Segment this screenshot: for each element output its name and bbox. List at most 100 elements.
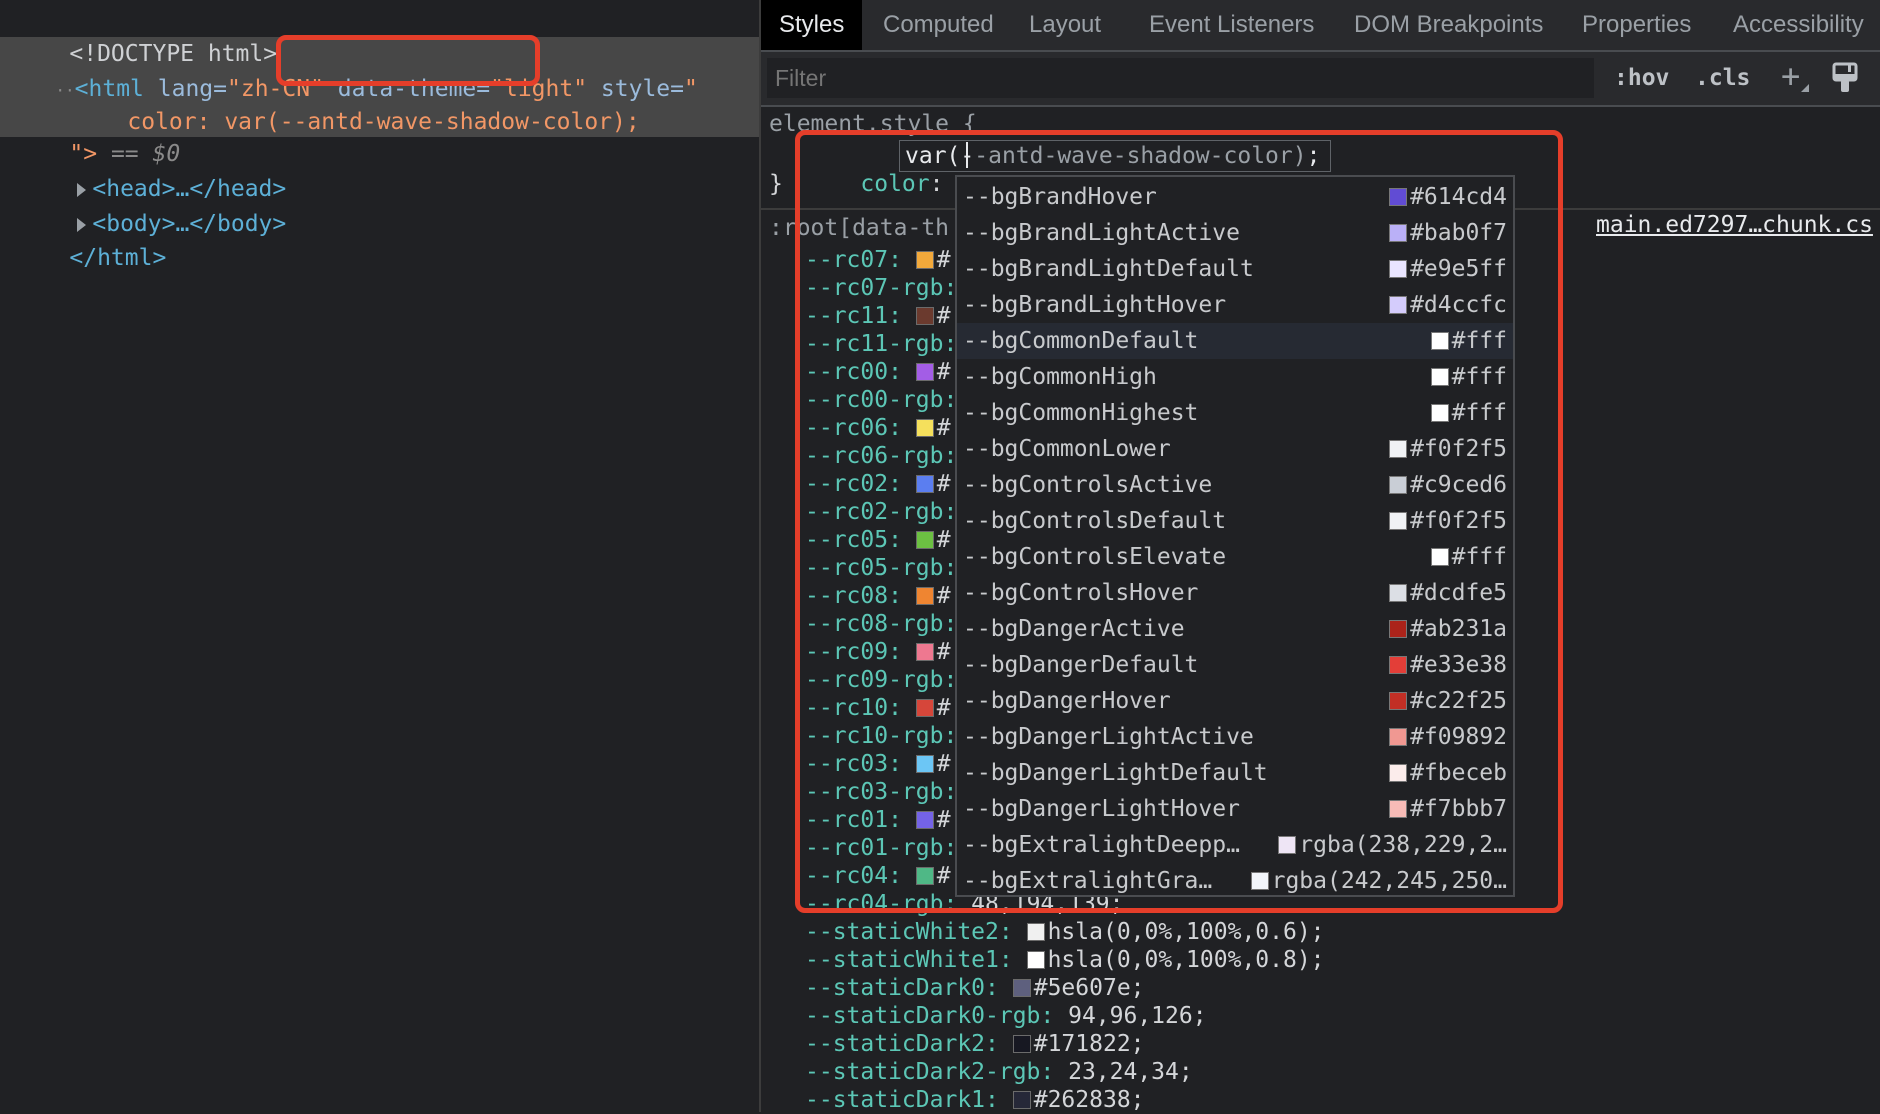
css-declaration[interactable]: --staticDark1: #262838; [805,1086,1145,1114]
declaration-value[interactable]: hsla(0,0%,100%,0.6); [1048,919,1325,945]
css-declaration[interactable]: --staticWhite1: hsla(0,0%,100%,0.8); [805,946,1325,974]
variable-value-text: #c9ced6 [1410,472,1507,498]
color-swatch-icon[interactable] [1012,1091,1031,1109]
declaration-name[interactable]: --staticWhite1: [805,947,1013,973]
rendering-paint-icon[interactable] [1832,62,1858,94]
variable-value-text: #d4ccfc [1410,292,1507,318]
declaration-name[interactable]: --staticDark1: [805,1087,999,1113]
css-declaration[interactable]: --staticDark2: #171822; [805,1030,1145,1058]
color-swatch-icon[interactable] [1012,979,1031,997]
variable-value: #e9e5ff [1389,251,1507,287]
variable-value-text: rgba(238,229,2… [1299,832,1507,858]
autocomplete-item[interactable]: --bgControlsActive #c9ced6 [957,467,1513,503]
variable-value: #c22f25 [1389,683,1507,719]
variable-value-text: #fff [1451,364,1507,390]
color-swatch-icon [1389,296,1408,314]
color-swatch-icon [1278,836,1297,854]
tab-dom-breakpoints[interactable]: DOM Breakpoints [1354,0,1543,50]
tab-styles[interactable]: Styles [761,0,863,50]
variable-name: --bgDangerLightHover [963,796,1240,822]
hov-toggle-button[interactable]: :hov [1614,60,1669,96]
declaration-name[interactable]: --staticDark2-rgb: [805,1059,1054,1085]
autocomplete-item[interactable]: --bgCommonHighest #fff [957,395,1513,431]
variable-name: --bgCommonDefault [963,328,1199,354]
tab-properties[interactable]: Properties [1582,0,1691,50]
variable-name: --bgBrandLightActive [963,220,1240,246]
tab-computed[interactable]: Computed [883,0,994,50]
declaration-value[interactable]: 94,96,126; [1054,1003,1206,1029]
autocomplete-item[interactable]: --bgBrandLightHover #d4ccfc [957,287,1513,323]
css-declaration[interactable]: --staticWhite2: hsla(0,0%,100%,0.6); [805,918,1325,946]
variable-value-text: #fbeceb [1410,760,1507,786]
stylesheet-source-link[interactable]: main.ed7297…chunk.cs [1596,212,1873,238]
autocomplete-item[interactable]: --bgExtralightGra… rgba(242,245,250… [957,863,1513,899]
variable-name: --bgExtralightGra… [963,868,1213,894]
tab-accessibility[interactable]: Accessibility [1733,0,1864,50]
color-swatch-icon [1389,584,1408,602]
color-swatch-icon[interactable] [1012,1035,1031,1053]
color-swatch-icon [1389,764,1408,782]
variable-value: #fff [1430,395,1507,431]
variable-value-text: #fff [1451,544,1507,570]
color-swatch-icon[interactable] [1026,923,1045,941]
variable-value: #fbeceb [1389,755,1507,791]
autocomplete-item[interactable]: --bgCommonLower #f0f2f5 [957,431,1513,467]
variable-value-text: rgba(242,245,250… [1271,868,1507,894]
autocomplete-item[interactable]: --bgExtralightDeepp… rgba(238,229,2… [957,827,1513,863]
variable-value: #fff [1430,359,1507,395]
declaration-name[interactable]: --staticDark0: [805,975,999,1001]
cls-toggle-button[interactable]: .cls [1695,60,1750,96]
variable-value-text: #ab231a [1410,616,1507,642]
variable-value-text: #fff [1451,400,1507,426]
sidebar-tab-bar: Styles Computed Layout Event Listeners D… [761,0,1880,52]
variable-name: --bgCommonHighest [963,400,1199,426]
variable-value-text: #614cd4 [1410,184,1507,210]
tab-event-listeners[interactable]: Event Listeners [1149,0,1314,50]
autocomplete-item[interactable]: --bgBrandLightDefault #e9e5ff [957,251,1513,287]
autocomplete-item[interactable]: --bgControlsHover #dcdfe5 [957,575,1513,611]
autocomplete-item[interactable]: --bgCommonDefault #fff [957,323,1513,359]
variable-value-text: #fff [1451,328,1507,354]
declaration-name[interactable]: --staticDark2: [805,1031,999,1057]
autocomplete-item[interactable]: --bgBrandHover #614cd4 [957,179,1513,215]
autocomplete-item[interactable]: --bgDangerLightActive #f09892 [957,719,1513,755]
head-node[interactable]: <head>…</head> [22,137,286,202]
css-declaration[interactable]: --staticDark2-rgb: 23,24,34; [805,1058,1193,1086]
css-declaration[interactable]: --staticDark0-rgb: 94,96,126; [805,1002,1207,1030]
autocomplete-item[interactable]: --bgDangerDefault #e33e38 [957,647,1513,683]
variable-value-text: #f0f2f5 [1410,508,1507,534]
color-swatch-icon[interactable] [1026,951,1045,969]
variable-name: --bgDangerLightDefault [963,760,1268,786]
variable-value: #dcdfe5 [1389,575,1507,611]
styles-filter-input[interactable] [767,58,1594,98]
style-attr-open-quote: " [684,76,698,102]
body-node[interactable]: <body>…</body> [22,172,286,237]
variable-value: #d4ccfc [1389,287,1507,323]
css-declaration[interactable]: --staticDark0: #5e607e; [805,974,1145,1002]
declaration-value[interactable]: hsla(0,0%,100%,0.8); [1048,947,1325,973]
css-variable-autocomplete[interactable]: --bgBrandHover #614cd4 --bgBrandLightActiv… [955,175,1515,897]
declaration-value[interactable]: #171822; [1034,1031,1145,1057]
autocomplete-item[interactable]: --bgControlsDefault #f0f2f5 [957,503,1513,539]
color-swatch-icon [1389,476,1408,494]
declaration-name[interactable]: --staticDark0-rgb: [805,1003,1054,1029]
declaration-value[interactable]: #262838; [1034,1087,1145,1113]
declaration-name[interactable]: --staticWhite2: [805,919,1013,945]
element-style-close-brace: } [769,171,783,197]
autocomplete-item[interactable]: --bgDangerLightHover #f7bbb7 [957,791,1513,827]
variable-name: --bgCommonLower [963,436,1171,462]
autocomplete-item[interactable]: --bgDangerActive #ab231a [957,611,1513,647]
declaration-value[interactable]: 23,24,34; [1054,1059,1193,1085]
new-style-rule-button[interactable]: + [1781,58,1800,94]
autocomplete-item[interactable]: --bgControlsElevate #fff [957,539,1513,575]
doctype-node[interactable]: <!DOCTYPE html> [14,2,277,67]
variable-name: --bgDangerLightActive [963,724,1254,750]
tab-layout[interactable]: Layout [1029,0,1101,50]
autocomplete-item[interactable]: --bgDangerLightDefault #fbeceb [957,755,1513,791]
autocomplete-item[interactable]: --bgCommonHigh #fff [957,359,1513,395]
variable-value-text: #f09892 [1410,724,1507,750]
autocomplete-item[interactable]: --bgBrandLightActive #bab0f7 [957,215,1513,251]
declaration-value[interactable]: #5e607e; [1034,975,1145,1001]
color-swatch-icon [1430,368,1449,386]
autocomplete-item[interactable]: --bgDangerHover #c22f25 [957,683,1513,719]
